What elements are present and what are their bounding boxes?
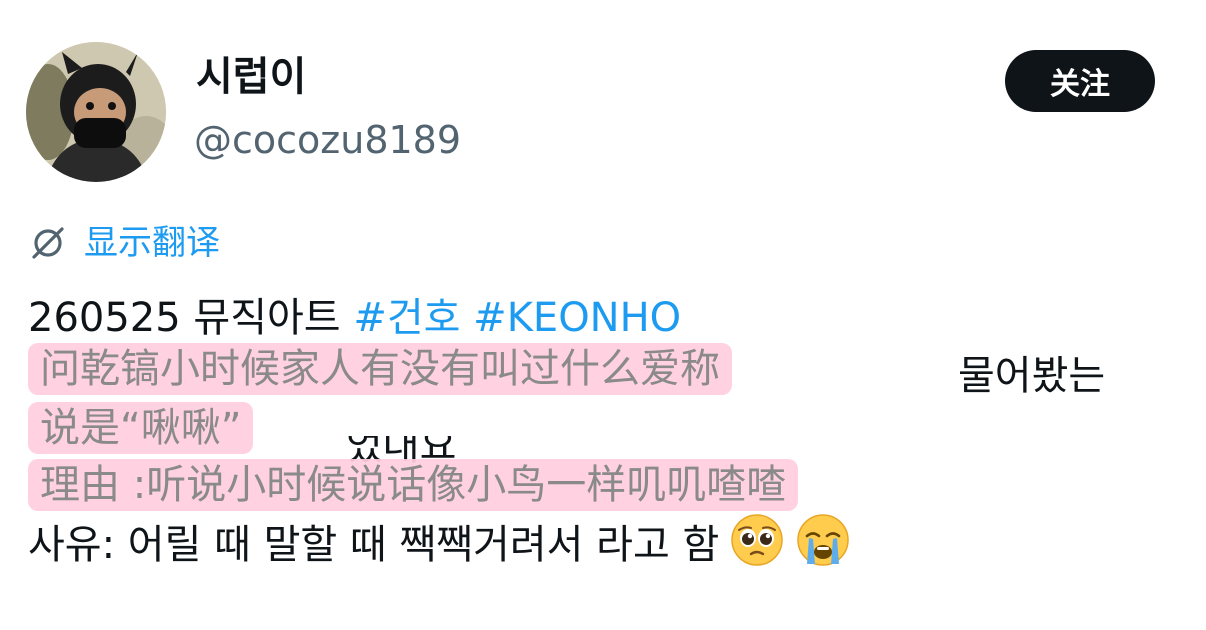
tweet-text: 사유: 어릴 때 말할 때 짹짹거려서 라고 함 <box>28 522 720 568</box>
pleading-face-icon <box>729 512 785 568</box>
user-handle[interactable]: @cocozu8189 <box>194 116 461 164</box>
show-translation-label: 显示翻译 <box>84 223 220 263</box>
tweet-line-1: 260525 뮤직아트 #건호 #KEONHO <box>28 290 681 346</box>
translation-overlay-line-3: 理由 :听说小时候说话像小鸟一样叽叽喳喳 <box>28 459 799 511</box>
loudly-crying-face-icon <box>795 512 851 568</box>
hashtag-keonho-kr[interactable]: #건호 <box>353 295 460 341</box>
translate-slash-icon <box>28 223 68 263</box>
tweet-text: 물어봤는 <box>958 353 1106 399</box>
tweet-text: 260525 뮤직아트 <box>28 295 354 341</box>
avatar-image <box>26 42 166 182</box>
tweet-line-5: 사유: 어릴 때 말할 때 짹짹거려서 라고 함 <box>28 512 851 573</box>
avatar[interactable] <box>26 42 166 182</box>
follow-button[interactable]: 关注 <box>1005 50 1155 112</box>
show-translation-link[interactable]: 显示翻译 <box>28 218 220 268</box>
translation-overlay-line-2: 说是“啾啾” <box>28 402 254 454</box>
translation-overlay-line-1: 问乾镐小时候家人有没有叫过什么爱称 <box>28 343 732 395</box>
tweet-line-2-tail: 물어봤는 <box>958 348 1105 404</box>
display-name[interactable]: 시럽이 <box>196 52 306 102</box>
hashtag-keonho[interactable]: #KEONHO <box>473 295 681 341</box>
